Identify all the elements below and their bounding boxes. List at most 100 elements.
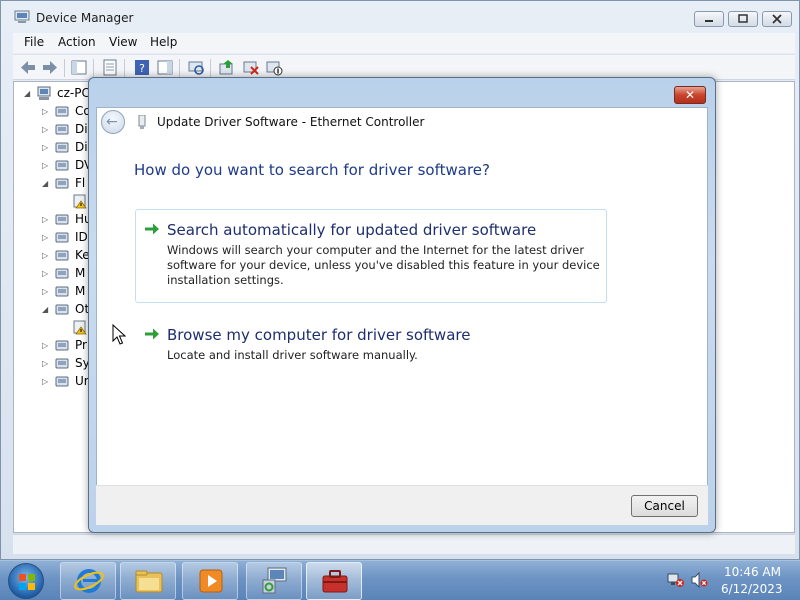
search-automatically-option[interactable]: Search automatically for updated driver … (135, 209, 607, 303)
close-icon (772, 14, 782, 24)
menu-bar: File Action View Help (13, 33, 795, 53)
action-pane-icon[interactable] (156, 59, 174, 76)
windows-logo-icon (19, 574, 35, 590)
window-close-button[interactable] (762, 11, 792, 27)
expand-icon[interactable]: ▷ (42, 251, 50, 260)
scan-hardware-changes-icon[interactable] (187, 59, 205, 76)
disk-drive-icon (55, 124, 69, 135)
taskbar-internet-explorer[interactable] (60, 562, 116, 600)
forward-icon[interactable] (41, 59, 59, 76)
keyboard-icon (55, 250, 69, 261)
expand-icon[interactable]: ▷ (42, 269, 50, 278)
dialog-title: Update Driver Software - Ethernet Contro… (157, 115, 425, 129)
taskbar-media-player[interactable] (182, 562, 238, 600)
toolbar-separator (210, 59, 211, 77)
device-manager-icon (14, 10, 30, 23)
volume-muted-icon[interactable] (690, 572, 708, 588)
expand-icon[interactable]: ▷ (42, 341, 50, 350)
properties-icon[interactable] (101, 59, 119, 76)
dialog-close-button[interactable]: ✕ (674, 86, 706, 104)
monitor-icon (55, 286, 69, 297)
option-title: Search automatically for updated driver … (167, 221, 537, 239)
maximize-icon (738, 14, 748, 23)
device-manager-icon (262, 567, 287, 594)
option-description: Locate and install driver software manua… (167, 348, 418, 362)
back-arrow-icon: ← (106, 114, 118, 130)
update-driver-dialog: ✕ ← Update Driver Software - Ethernet Co… (88, 77, 716, 533)
uninstall-icon[interactable] (242, 59, 260, 76)
toolbar-separator (179, 59, 180, 77)
warning-device-icon (73, 194, 87, 209)
menu-view[interactable]: View (109, 35, 137, 49)
dialog-heading: How do you want to search for driver sof… (134, 161, 490, 179)
computer-icon (55, 106, 69, 117)
start-button[interactable] (8, 563, 44, 599)
internet-explorer-icon (74, 569, 104, 593)
title-bar[interactable]: Device Manager (1, 1, 800, 33)
expand-icon[interactable]: ▷ (42, 161, 50, 170)
expand-icon[interactable]: ▷ (42, 107, 50, 116)
toolbar-separator (64, 59, 65, 77)
menu-file[interactable]: File (24, 35, 44, 49)
usb-controller-icon (55, 376, 69, 387)
folder-icon (135, 570, 163, 593)
expand-icon[interactable]: ▷ (42, 143, 50, 152)
expand-icon[interactable]: ▷ (42, 125, 50, 134)
expand-icon[interactable]: ▷ (42, 359, 50, 368)
dialog-footer (96, 485, 708, 525)
back-button[interactable]: ← (101, 110, 125, 134)
cancel-button[interactable]: Cancel (631, 495, 698, 517)
update-driver-icon[interactable] (218, 59, 236, 76)
clock-date[interactable]: 6/12/2023 (721, 582, 783, 596)
taskbar-windows-explorer[interactable] (120, 562, 176, 600)
other-devices-icon (55, 304, 69, 315)
minimize-button[interactable] (694, 11, 724, 27)
tree-item-label: Di (75, 122, 88, 136)
maximize-button[interactable] (728, 11, 758, 27)
window-title: Device Manager (36, 11, 134, 25)
dvd-drive-icon (55, 160, 69, 171)
mouse-icon (55, 268, 69, 279)
green-arrow-icon (145, 328, 159, 340)
tree-item-label: M (75, 284, 86, 298)
taskbar-toolbox[interactable] (306, 562, 362, 600)
clock-time[interactable]: 10:46 AM (724, 565, 781, 579)
minimize-icon (705, 20, 713, 22)
ide-controller-icon (55, 232, 69, 243)
menu-help[interactable]: Help (150, 35, 177, 49)
tree-root-label: cz-PC (57, 86, 90, 100)
show-hide-console-tree-icon[interactable] (70, 59, 88, 76)
browse-computer-option[interactable]: Browse my computer for driver software L… (135, 314, 607, 370)
tree-item-label: Pr (75, 338, 87, 352)
toolbox-icon (322, 570, 348, 593)
collapse-icon[interactable]: ◢ (24, 89, 32, 98)
collapse-icon[interactable]: ◢ (42, 305, 50, 314)
help-icon[interactable]: ? (133, 59, 151, 76)
system-devices-icon (55, 358, 69, 369)
option-title: Browse my computer for driver software (167, 326, 471, 344)
green-arrow-icon (145, 223, 159, 235)
tree-item-label: Ur (75, 374, 89, 388)
warning-device-icon (73, 320, 87, 335)
collapse-icon[interactable]: ◢ (42, 179, 50, 188)
display-adapter-icon (55, 142, 69, 153)
expand-icon[interactable]: ▷ (42, 287, 50, 296)
mouse-cursor-icon (112, 324, 126, 345)
computer-icon (37, 86, 51, 100)
taskbar-device-manager[interactable] (246, 562, 302, 600)
option-description: Windows will search your computer and th… (167, 243, 600, 287)
tree-item-label: ID (75, 230, 88, 244)
network-warning-icon[interactable] (667, 572, 685, 588)
tree-item-label: Di (75, 140, 88, 154)
expand-icon[interactable]: ▷ (42, 215, 50, 224)
hid-icon (55, 214, 69, 225)
expand-icon[interactable]: ▷ (42, 233, 50, 242)
tree-item-label: M (75, 266, 86, 280)
tree-item-label: Fl (75, 176, 86, 190)
back-icon[interactable] (19, 59, 37, 76)
menu-action[interactable]: Action (58, 35, 96, 49)
expand-icon[interactable]: ▷ (42, 377, 50, 386)
svg-text:?: ? (139, 62, 145, 75)
status-bar (13, 534, 795, 554)
disable-device-icon[interactable] (265, 59, 283, 76)
